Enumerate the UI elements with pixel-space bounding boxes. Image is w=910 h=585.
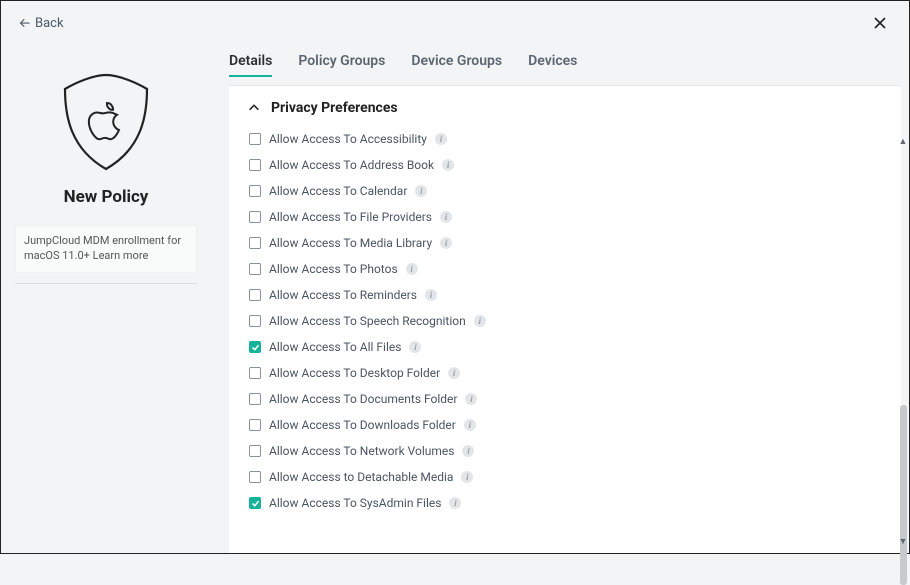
help-icon[interactable]: i [409, 341, 421, 353]
help-icon[interactable]: i [462, 445, 474, 457]
policy-shield-icon [46, 61, 166, 181]
tab-details[interactable]: Details [229, 53, 272, 77]
policy-title: New Policy [64, 187, 149, 207]
option-checkbox[interactable] [249, 159, 261, 171]
help-icon[interactable]: i [442, 159, 454, 171]
help-icon[interactable]: i [448, 367, 460, 379]
option-label: Allow Access To Reminders [269, 288, 417, 302]
learn-more-link[interactable]: Learn more [93, 249, 149, 262]
option-label: Allow Access to Detachable Media [269, 470, 453, 484]
option-checkbox[interactable] [249, 497, 261, 509]
help-icon[interactable]: i [415, 185, 427, 197]
option-row: Allow Access To Media Library i [249, 230, 883, 256]
sidebar: New Policy JumpCloud MDM enrollment for … [1, 45, 211, 553]
option-row: Allow Access To Reminders i [249, 282, 883, 308]
option-checkbox[interactable] [249, 419, 261, 431]
option-row: Allow Access To Documents Folder i [249, 386, 883, 412]
help-icon[interactable]: i [440, 237, 452, 249]
help-icon[interactable]: i [465, 393, 477, 405]
option-row: Allow Access To Speech Recognition i [249, 308, 883, 334]
option-label: Allow Access To Address Book [269, 158, 434, 172]
arrow-left-icon [19, 17, 31, 29]
option-label: Allow Access To Calendar [269, 184, 407, 198]
tab-devices[interactable]: Devices [528, 53, 577, 77]
option-label: Allow Access To Photos [269, 262, 398, 276]
option-label: Allow Access To File Providers [269, 210, 432, 224]
option-checkbox[interactable] [249, 315, 261, 327]
back-label: Back [35, 16, 64, 31]
tab-device-groups[interactable]: Device Groups [411, 53, 502, 77]
option-row: Allow Access To Accessibility i [249, 126, 883, 152]
scroll-up-arrow[interactable]: ▲ [897, 135, 909, 147]
option-label: Allow Access To Accessibility [269, 132, 427, 146]
option-label: Allow Access To Documents Folder [269, 392, 457, 406]
help-icon[interactable]: i [406, 263, 418, 275]
option-checkbox[interactable] [249, 211, 261, 223]
help-icon[interactable]: i [435, 133, 447, 145]
option-row: Allow Access To Photos i [249, 256, 883, 282]
scroll-down-arrow[interactable]: ▼ [897, 535, 909, 547]
details-panel: Privacy Preferences Allow Access To Acce… [229, 85, 901, 553]
option-row: Allow Access To Desktop Folder i [249, 360, 883, 386]
option-checkbox[interactable] [249, 133, 261, 145]
option-checkbox[interactable] [249, 393, 261, 405]
option-label: Allow Access To All Files [269, 340, 401, 354]
option-checkbox[interactable] [249, 445, 261, 457]
option-row: Allow Access to Detachable Media i [249, 464, 883, 490]
option-row: Allow Access To Network Volumes i [249, 438, 883, 464]
chevron-up-icon [247, 101, 261, 115]
option-checkbox[interactable] [249, 367, 261, 379]
option-checkbox[interactable] [249, 341, 261, 353]
option-label: Allow Access To Desktop Folder [269, 366, 440, 380]
option-row: Allow Access To SysAdmin Files i [249, 490, 883, 516]
scrollbar[interactable]: ▲ ▼ [897, 135, 909, 547]
option-label: Allow Access To Downloads Folder [269, 418, 456, 432]
tabs: Details Policy Groups Device Groups Devices [229, 45, 901, 85]
scroll-thumb[interactable] [900, 405, 907, 585]
section-title: Privacy Preferences [271, 100, 398, 116]
option-row: Allow Access To File Providers i [249, 204, 883, 230]
option-label: Allow Access To Media Library [269, 236, 432, 250]
tab-policy-groups[interactable]: Policy Groups [298, 53, 385, 77]
option-row: Allow Access To Downloads Folder i [249, 412, 883, 438]
sidebar-divider [15, 283, 197, 284]
option-label: Allow Access To Speech Recognition [269, 314, 466, 328]
help-icon[interactable]: i [425, 289, 437, 301]
option-checkbox[interactable] [249, 237, 261, 249]
help-icon[interactable]: i [461, 471, 473, 483]
option-label: Allow Access To SysAdmin Files [269, 496, 441, 510]
back-button[interactable]: Back [19, 16, 64, 31]
option-checkbox[interactable] [249, 289, 261, 301]
close-button[interactable] [869, 12, 891, 34]
enrollment-note: JumpCloud MDM enrollment for macOS 11.0+… [15, 225, 197, 273]
section-toggle[interactable]: Privacy Preferences [247, 100, 883, 116]
option-checkbox[interactable] [249, 471, 261, 483]
option-checkbox[interactable] [249, 263, 261, 275]
option-row: Allow Access To All Files i [249, 334, 883, 360]
help-icon[interactable]: i [449, 497, 461, 509]
option-checkbox[interactable] [249, 185, 261, 197]
help-icon[interactable]: i [474, 315, 486, 327]
option-row: Allow Access To Address Book i [249, 152, 883, 178]
help-icon[interactable]: i [440, 211, 452, 223]
help-icon[interactable]: i [464, 419, 476, 431]
option-row: Allow Access To Calendar i [249, 178, 883, 204]
close-icon [872, 15, 888, 31]
option-label: Allow Access To Network Volumes [269, 444, 454, 458]
